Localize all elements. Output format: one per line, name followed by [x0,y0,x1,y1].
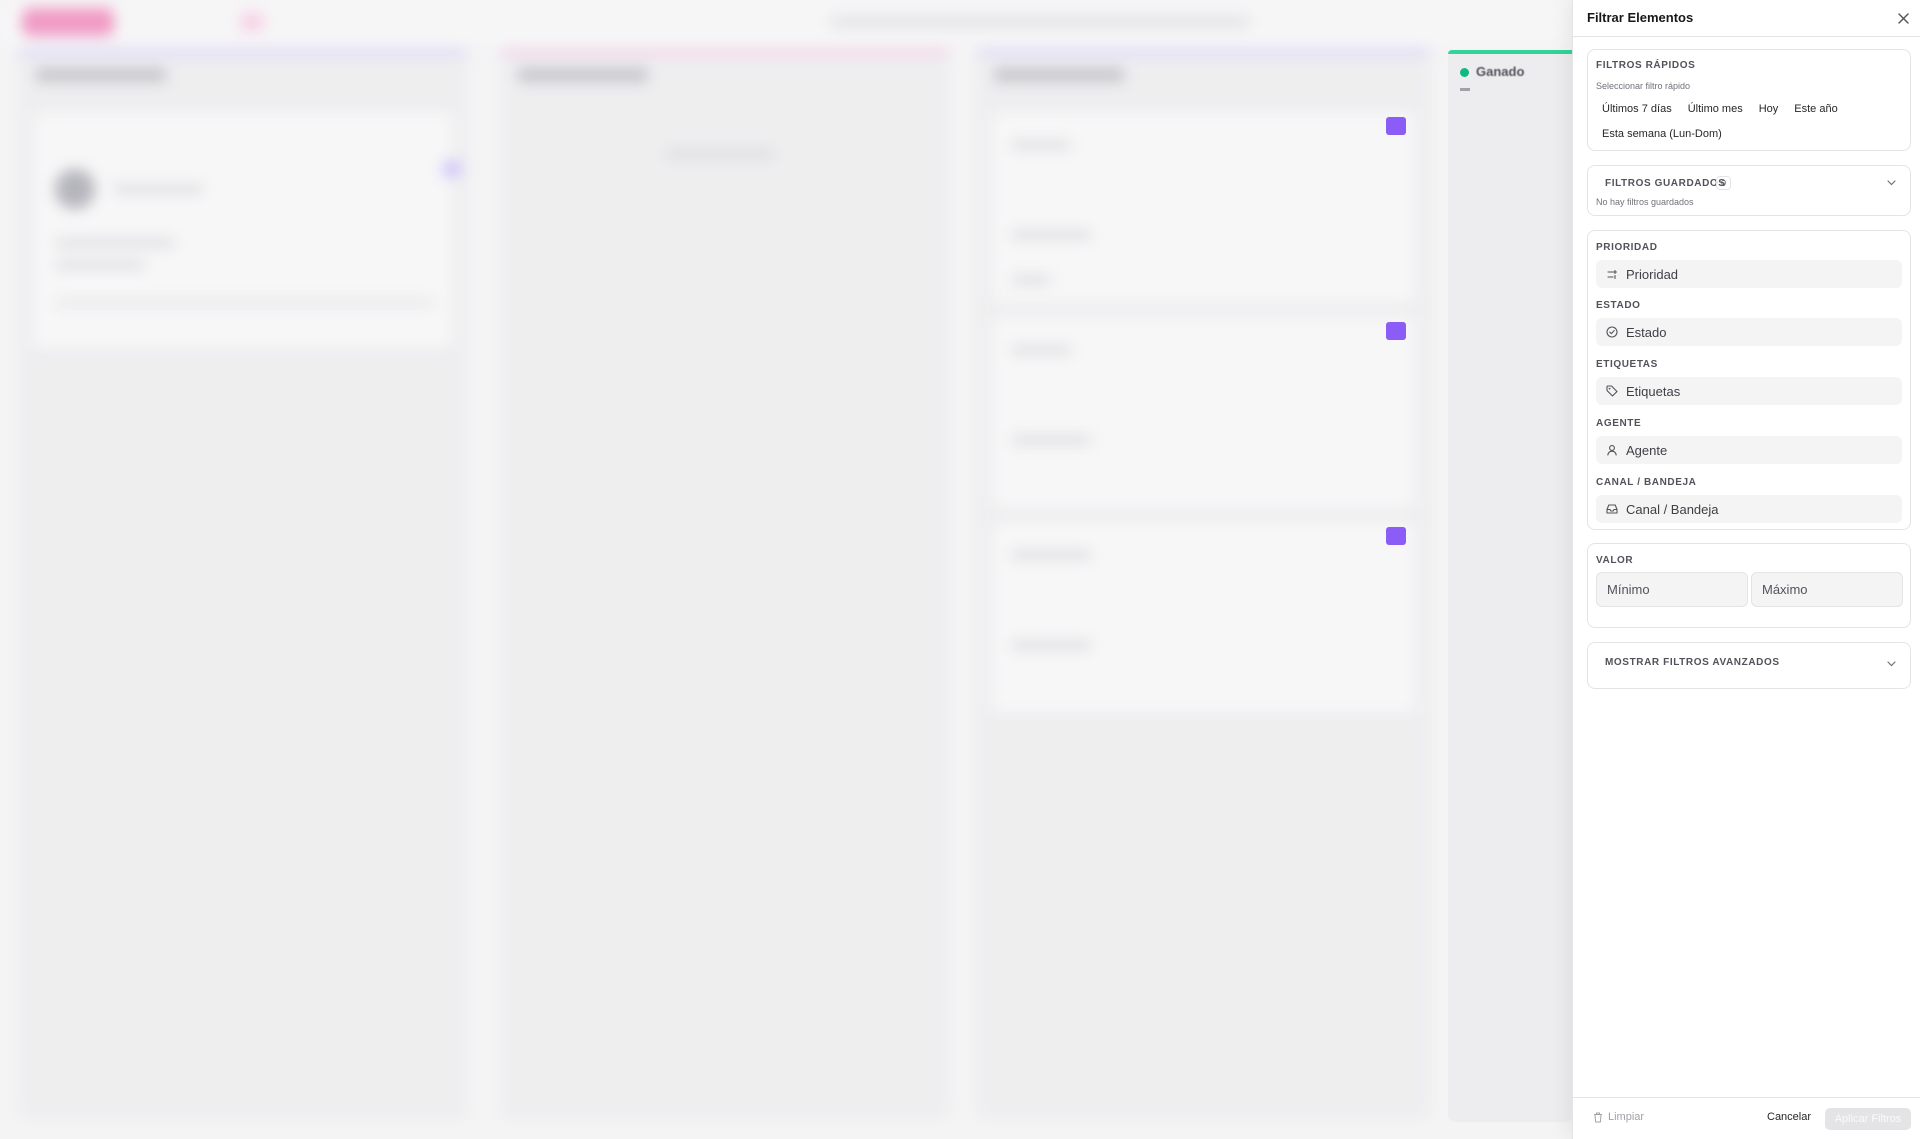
kanban-card [990,315,1417,510]
saved-filters-section[interactable]: Filtros guardados 0 No hay filtros guard… [1587,165,1911,216]
field-filters-section: Prioridad Prioridad Estado Estado Etique… [1587,230,1911,530]
advanced-filters-label: Mostrar filtros avanzados [1605,657,1780,668]
kanban-board-background: Ganado [0,0,1572,1139]
trash-icon [1594,1112,1602,1122]
tag-icon [1606,385,1618,397]
quick-filter-this-year[interactable]: Este año [1788,100,1843,118]
tags-select[interactable]: Etiquetas [1596,377,1902,405]
notification-badge [240,12,264,32]
quick-filters-hint: Seleccionar filtro rápido [1596,81,1691,91]
kanban-column [18,50,468,1120]
brand-button [22,8,114,36]
kanban-card [990,110,1417,305]
kanban-card [32,110,461,350]
kanban-column-won: Ganado [1448,50,1572,1122]
search-placeholder [830,14,1250,30]
quick-filter-this-week[interactable]: Esta semana (Lun-Dom) [1596,125,1728,143]
column-title: Ganado [1476,64,1525,79]
quick-filter-today[interactable]: Hoy [1753,100,1785,118]
status-select[interactable]: Estado [1596,318,1902,346]
priority-label: Prioridad [1596,242,1658,253]
channel-select[interactable]: Canal / Bandeja [1596,495,1902,523]
agent-select[interactable]: Agente [1596,436,1902,464]
chevron-down-icon [1887,661,1896,667]
tag-icon [1386,117,1406,135]
user-icon [1606,444,1618,456]
kanban-column [976,50,1431,1120]
top-bar [0,0,1572,44]
drawer-title: Filtrar Elementos [1587,10,1694,25]
priority-icon [1606,268,1618,280]
quick-filters-label: Filtros rápidos [1596,60,1696,71]
priority-select[interactable]: Prioridad [1596,260,1902,288]
tags-label: Etiquetas [1596,359,1658,370]
quick-filters-section: Filtros rápidos Seleccionar filtro rápid… [1587,49,1911,151]
saved-filters-count-badge: 0 [1716,176,1732,190]
channel-select-text: Canal / Bandeja [1626,501,1719,517]
agent-select-text: Agente [1626,442,1668,458]
saved-filters-label: Filtros guardados [1605,178,1726,189]
quick-filter-last-7-days[interactable]: Últimos 7 días [1596,100,1678,118]
saved-filters-empty-text: No hay filtros guardados [1596,197,1694,207]
chevron-down-icon[interactable] [1887,180,1896,186]
tag-icon [1386,527,1406,545]
min-value-input[interactable] [1596,572,1748,607]
quick-filter-last-month[interactable]: Último mes [1682,100,1749,118]
apply-filters-button[interactable]: Aplicar Filtros [1825,1108,1911,1130]
filter-drawer: Filtrar Elementos Filtros rápidos Selecc… [1572,0,1920,1139]
drawer-header: Filtrar Elementos [1573,0,1920,37]
agent-label: Agente [1596,418,1642,429]
close-button[interactable] [1893,8,1913,28]
value-label: Valor [1596,555,1634,566]
value-range-section: Valor [1587,543,1911,628]
status-circle-icon [1606,326,1618,338]
max-value-input[interactable] [1751,572,1903,607]
tag-icon [1386,322,1406,340]
quick-filter-options: Últimos 7 días Último mes Hoy Este año E… [1596,100,1902,143]
channel-label: Canal / Bandeja [1596,477,1697,488]
cancel-button[interactable]: Cancelar [1767,1111,1811,1123]
blurred-content [0,0,1572,1139]
drawer-footer: Limpiar Cancelar Aplicar Filtros [1573,1097,1920,1139]
close-icon [1897,12,1909,24]
inbox-icon [1606,503,1618,515]
status-select-text: Estado [1626,324,1667,340]
status-label: Estado [1596,300,1641,311]
kanban-card [990,520,1417,715]
clear-button-label: Limpiar [1608,1111,1645,1123]
tags-select-text: Etiquetas [1626,383,1681,399]
kanban-column [500,50,950,1120]
clear-button[interactable]: Limpiar [1593,1111,1644,1123]
advanced-filters-toggle[interactable]: Mostrar filtros avanzados [1587,642,1911,689]
priority-select-text: Prioridad [1626,266,1679,282]
status-dot-icon [1460,68,1469,77]
